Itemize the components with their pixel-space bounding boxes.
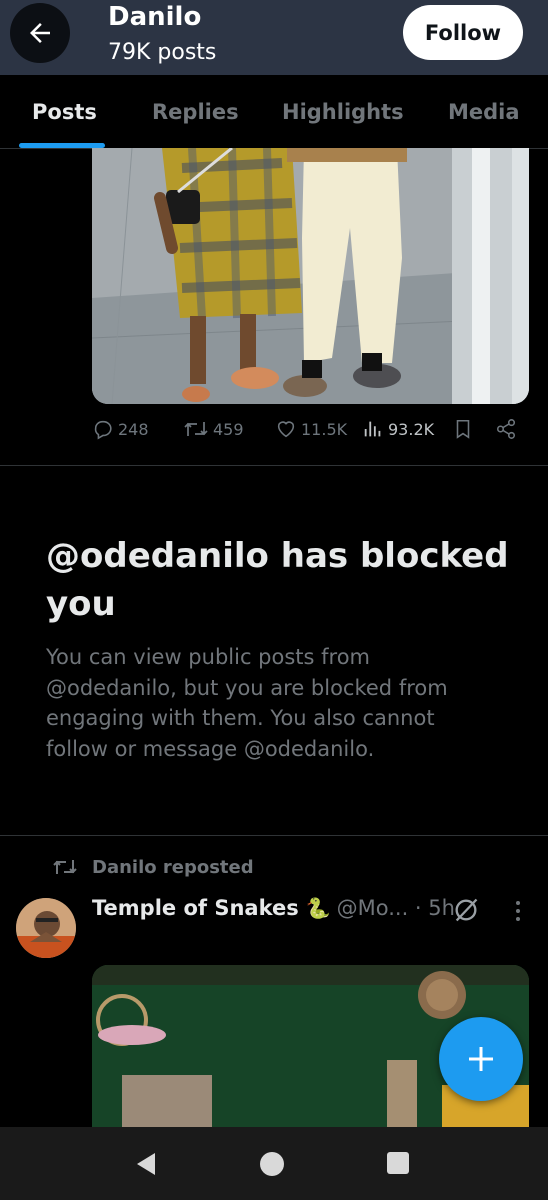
share-button[interactable] bbox=[495, 418, 521, 440]
snake-emoji: 🐍 bbox=[305, 896, 331, 920]
grok-button[interactable] bbox=[452, 896, 480, 928]
post-action-bar: 248 459 11.5K 93.2K bbox=[0, 418, 548, 448]
tab-replies[interactable]: Replies bbox=[152, 100, 239, 124]
arrow-left-icon bbox=[30, 23, 50, 43]
post-header: Temple of Snakes 🐍 @Mo... · 5h bbox=[92, 896, 455, 920]
follow-button[interactable]: Follow bbox=[403, 5, 523, 60]
blocked-title: @odedanilo has blocked you bbox=[46, 536, 509, 624]
bookmark-icon bbox=[456, 419, 470, 439]
profile-header: Danilo 79K posts Follow bbox=[0, 0, 548, 75]
reply-count: 248 bbox=[118, 419, 149, 439]
author-handle-time: @Mo... · 5h bbox=[336, 896, 455, 920]
repost-label: Danilo reposted bbox=[92, 856, 254, 878]
plus-icon bbox=[469, 1047, 493, 1071]
like-button[interactable]: 11.5K bbox=[275, 418, 347, 440]
back-button[interactable] bbox=[10, 3, 70, 63]
like-count: 11.5K bbox=[301, 419, 348, 439]
more-vertical-icon bbox=[516, 901, 520, 921]
reply-button[interactable]: 248 bbox=[92, 418, 149, 440]
nav-back-button[interactable] bbox=[133, 1151, 159, 1181]
share-icon bbox=[496, 419, 516, 439]
nav-recents-button[interactable] bbox=[386, 1151, 410, 1179]
post-count: 79K posts bbox=[108, 40, 217, 65]
square-recents-icon bbox=[387, 1152, 409, 1174]
repost-arrows-icon bbox=[53, 860, 77, 874]
tab-posts[interactable]: Posts bbox=[32, 100, 97, 124]
system-navigation-bar bbox=[0, 1127, 548, 1200]
nav-home-button[interactable] bbox=[259, 1151, 285, 1181]
more-button[interactable] bbox=[508, 898, 528, 928]
divider bbox=[0, 465, 548, 466]
bookmark-button[interactable] bbox=[453, 418, 477, 440]
avatar-photo bbox=[16, 898, 76, 958]
photo-two-people bbox=[92, 148, 529, 404]
divider bbox=[0, 835, 548, 836]
profile-name: Danilo bbox=[108, 2, 202, 32]
compose-button[interactable] bbox=[439, 1017, 523, 1101]
post-image[interactable] bbox=[92, 148, 529, 404]
views-button[interactable]: 93.2K bbox=[362, 418, 434, 440]
avatar[interactable] bbox=[16, 898, 76, 958]
circle-home-icon bbox=[260, 1152, 284, 1176]
heart-icon bbox=[277, 421, 295, 438]
tab-media[interactable]: Media bbox=[448, 100, 520, 124]
triangle-back-icon bbox=[137, 1153, 155, 1175]
repost-arrows-icon bbox=[184, 422, 208, 436]
speech-bubble-icon bbox=[94, 420, 112, 440]
bar-chart-icon bbox=[364, 421, 381, 437]
blocked-description: You can view public posts from @odedanil… bbox=[46, 645, 448, 761]
author-name[interactable]: Temple of Snakes bbox=[92, 896, 299, 920]
view-count: 93.2K bbox=[388, 419, 435, 439]
repost-button[interactable]: 459 bbox=[183, 418, 244, 440]
profile-tabs: Posts Replies Highlights Media bbox=[0, 75, 548, 149]
repost-count: 459 bbox=[213, 419, 244, 439]
repost-indicator: Danilo reposted bbox=[52, 856, 254, 878]
grok-icon bbox=[455, 898, 478, 922]
tab-highlights[interactable]: Highlights bbox=[282, 100, 404, 124]
